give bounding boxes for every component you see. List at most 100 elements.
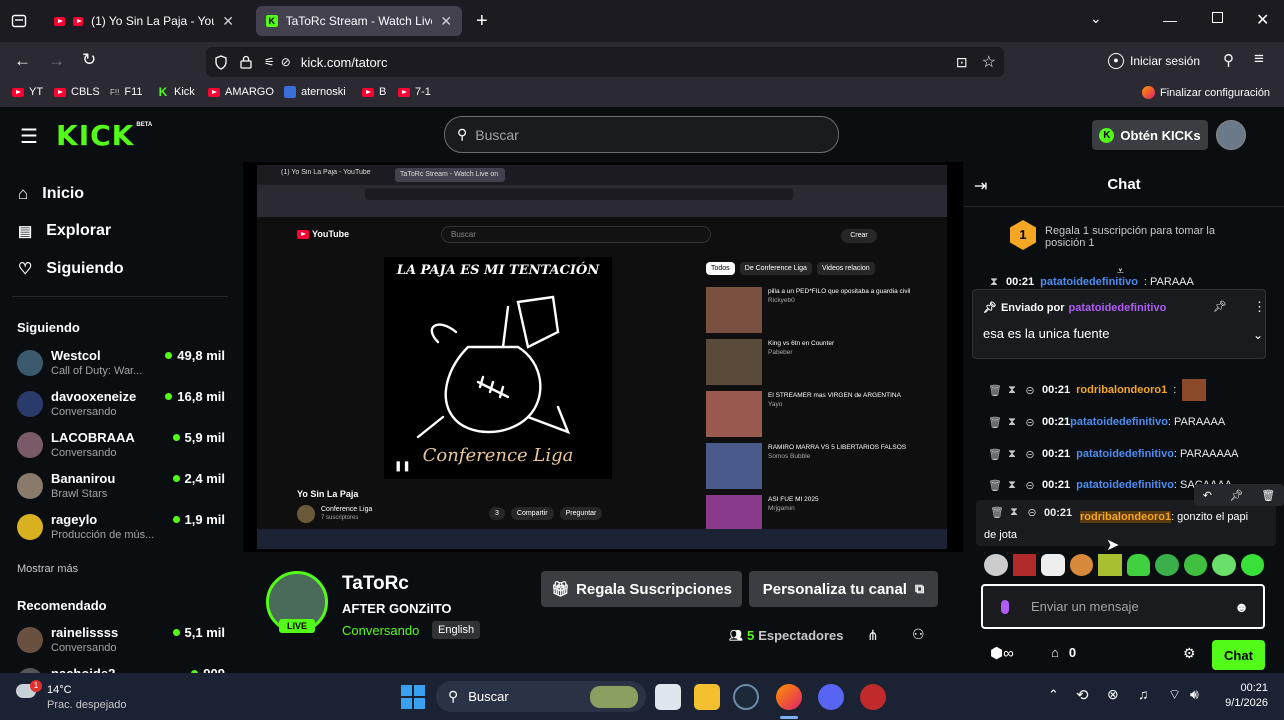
sync-icon[interactable]: ⟲ — [1076, 686, 1089, 704]
microphone-icon[interactable] — [1001, 599, 1009, 614]
discord-icon[interactable] — [818, 684, 844, 710]
following-item-davooxeneize[interactable]: davooxeneize Conversando 16,8 mil — [17, 389, 227, 425]
chat-message-hovered[interactable]: 🗑︎ ⧗ ⊝ 00:21 rodribalondeoro1: gonzito e… — [976, 484, 1284, 546]
bookmark-7-1[interactable]: 7-1 — [398, 86, 431, 98]
follow-icon[interactable]: ⚇ — [912, 626, 925, 643]
pin-icon[interactable]: 📌︎ — [1230, 489, 1244, 502]
get-kicks-button[interactable]: K Obtén KICKs — [1092, 120, 1208, 150]
url-bar[interactable]: ⚟ ⊘ kick.com/tatorc ⊡ ☆ — [206, 47, 1004, 77]
emote[interactable] — [1155, 554, 1179, 576]
more-options-icon[interactable]: ⋮ — [1253, 299, 1266, 315]
emote[interactable] — [1126, 554, 1150, 576]
recommended-item-nachoide2[interactable]: nachoide2 909 — [17, 666, 227, 673]
language-tag[interactable]: English — [432, 621, 481, 639]
chevron-down-icon[interactable]: ⌄ — [1090, 10, 1102, 27]
hourglass-icon[interactable]: ⧗ — [1006, 384, 1018, 397]
bookmark-cbls[interactable]: CBLS — [54, 86, 100, 98]
reload-icon[interactable]: ↻ — [82, 50, 96, 70]
app-icon[interactable] — [860, 684, 886, 710]
ban-icon[interactable]: ⊝ — [1024, 416, 1036, 429]
chat-message[interactable]: ⧗ 00:21 patatoidedefinitivo : PARAAA — [964, 276, 1264, 288]
bookmark-yt[interactable]: YT — [12, 86, 43, 98]
pinned-message[interactable]: 📌︎ Enviado por patatoidedefinitivo 📌︎ ⋮ … — [972, 289, 1266, 359]
network-off-icon[interactable]: ⊗ — [1107, 686, 1119, 703]
chat-message[interactable]: 🗑︎ ⧗ ⊝ 00:21 patatoidedefinitivo: PARAAA… — [964, 444, 1264, 464]
emote[interactable] — [1069, 554, 1093, 576]
install-app-icon[interactable]: ⊡ — [956, 54, 968, 71]
lock-icon[interactable] — [240, 55, 252, 69]
user-avatar[interactable] — [1216, 120, 1246, 150]
clock[interactable]: 00:21 9/1/2026 — [1216, 682, 1268, 709]
bookmark-star-icon[interactable]: ☆ — [982, 52, 996, 72]
unpin-icon[interactable]: 📌︎ — [1213, 300, 1227, 313]
send-chat-button[interactable]: Chat — [1212, 640, 1265, 670]
show-more-link[interactable]: Mostrar más — [17, 563, 78, 575]
message-user[interactable]: rodribalondeoro1 — [1076, 384, 1167, 396]
reply-icon[interactable]: ↶ — [1203, 489, 1212, 502]
nav-siguiendo[interactable]: ♡ Siguiendo — [18, 259, 124, 279]
message-user[interactable]: patatoidedefinitivo — [1076, 448, 1174, 460]
video-player[interactable]: (1) Yo Sin La Paja - YouTube TaToRc Stre… — [243, 162, 963, 552]
weather-widget[interactable]: 1 14°C Prac. despejado — [16, 680, 176, 714]
message-user[interactable]: patatoidedefinitivo — [1070, 416, 1168, 428]
kicks-icon[interactable]: ⬢∞ — [990, 644, 1014, 662]
shield-icon[interactable] — [214, 54, 228, 70]
volume-icon[interactable]: 🔊︎ — [1190, 686, 1199, 703]
following-item-lacobraaa[interactable]: LACOBRAAA Conversando 5,9 mil — [17, 430, 227, 466]
emote[interactable] — [1041, 554, 1065, 576]
blocked-autoplay-icon[interactable]: ⊘ — [281, 55, 291, 69]
settings-gear-icon[interactable]: ⚙ — [1183, 645, 1196, 662]
signin-button[interactable]: ● Iniciar sesión — [1108, 47, 1200, 75]
bookmark-kick[interactable]: K Kick — [157, 86, 195, 98]
kicks-counter[interactable]: ⌂ 0 — [1051, 645, 1076, 660]
ban-icon[interactable]: ⊝ — [1024, 384, 1036, 397]
emote[interactable] — [984, 554, 1008, 576]
trash-icon[interactable]: 🗑︎ — [988, 448, 1002, 461]
extensions-icon[interactable]: ⚲ — [1223, 51, 1234, 69]
task-view-icon[interactable] — [655, 684, 681, 710]
pinned-user[interactable]: patatoidedefinitivo — [1069, 302, 1167, 314]
permissions-icon[interactable]: ⚟ — [264, 55, 275, 69]
gift-banner-text[interactable]: Regala 1 suscripción para tomar la posic… — [1045, 225, 1255, 249]
delete-icon[interactable]: 🗑︎ — [1261, 489, 1275, 502]
emote[interactable] — [1098, 554, 1122, 576]
start-button[interactable] — [401, 685, 425, 709]
nav-inicio[interactable]: ⌂ Inicio — [18, 184, 84, 204]
following-item-bananirou[interactable]: Bananirou Brawl Stars 2,4 mil — [17, 471, 227, 507]
search-input[interactable]: ⚲ Buscar — [444, 116, 839, 153]
firefox-icon[interactable] — [776, 684, 802, 710]
bookmark-aternoski[interactable]: aternoski — [284, 86, 346, 98]
message-user[interactable]: rodribalondeoro1 — [1080, 511, 1172, 523]
bookmark-amargo[interactable]: AMARGO — [208, 86, 274, 98]
tab-list-icon[interactable] — [11, 13, 27, 29]
share-icon[interactable]: ⋔ — [867, 627, 879, 644]
following-item-westcol[interactable]: Westcol Call of Duty: War... 49,8 mil — [17, 348, 227, 384]
stream-category[interactable]: Conversando — [342, 623, 419, 638]
channel-name[interactable]: TaToRc — [342, 573, 409, 595]
chat-input[interactable]: Enviar un mensaje ☻ — [981, 584, 1265, 629]
taskbar-search[interactable]: ⚲ Buscar — [436, 681, 646, 712]
chevron-down-icon[interactable]: ⌄ — [1253, 328, 1263, 342]
bookmark-b[interactable]: B — [362, 86, 386, 98]
menu-icon[interactable]: ≡ — [1254, 49, 1264, 69]
emote[interactable] — [1183, 554, 1207, 576]
microphone-icon[interactable]: ♫ — [1138, 686, 1149, 702]
close-tab-icon[interactable]: ✕ — [440, 13, 452, 30]
trash-icon[interactable]: 🗑︎ — [988, 479, 1002, 492]
hourglass-icon[interactable]: ⧗ — [1006, 416, 1018, 429]
tab-kick[interactable]: K TaToRc Stream - Watch Live on ✕ — [256, 6, 462, 36]
maximize-icon[interactable] — [1212, 12, 1223, 23]
gift-subs-button[interactable]: 🎁︎ Regala Suscripciones — [541, 571, 742, 607]
file-explorer-icon[interactable] — [694, 684, 720, 710]
message-user[interactable]: patatoidedefinitivo — [1040, 276, 1138, 288]
nav-explorar[interactable]: ▤ Explorar — [18, 222, 111, 240]
url-text[interactable]: kick.com/tatorc — [301, 55, 388, 70]
hourglass-icon[interactable]: ⧗ — [1006, 448, 1018, 461]
trash-icon[interactable]: 🗑︎ — [988, 416, 1002, 429]
ban-icon[interactable]: ⊝ — [1024, 448, 1036, 461]
chevron-up-icon[interactable]: ⌃ — [1048, 687, 1059, 703]
wifi-icon[interactable]: ⌔ — [1168, 686, 1181, 704]
steam-icon[interactable] — [733, 684, 759, 710]
finalize-setup-link[interactable]: Finalizar configuración — [1142, 86, 1270, 99]
message-user[interactable]: patatoidedefinitivo — [1076, 479, 1174, 491]
